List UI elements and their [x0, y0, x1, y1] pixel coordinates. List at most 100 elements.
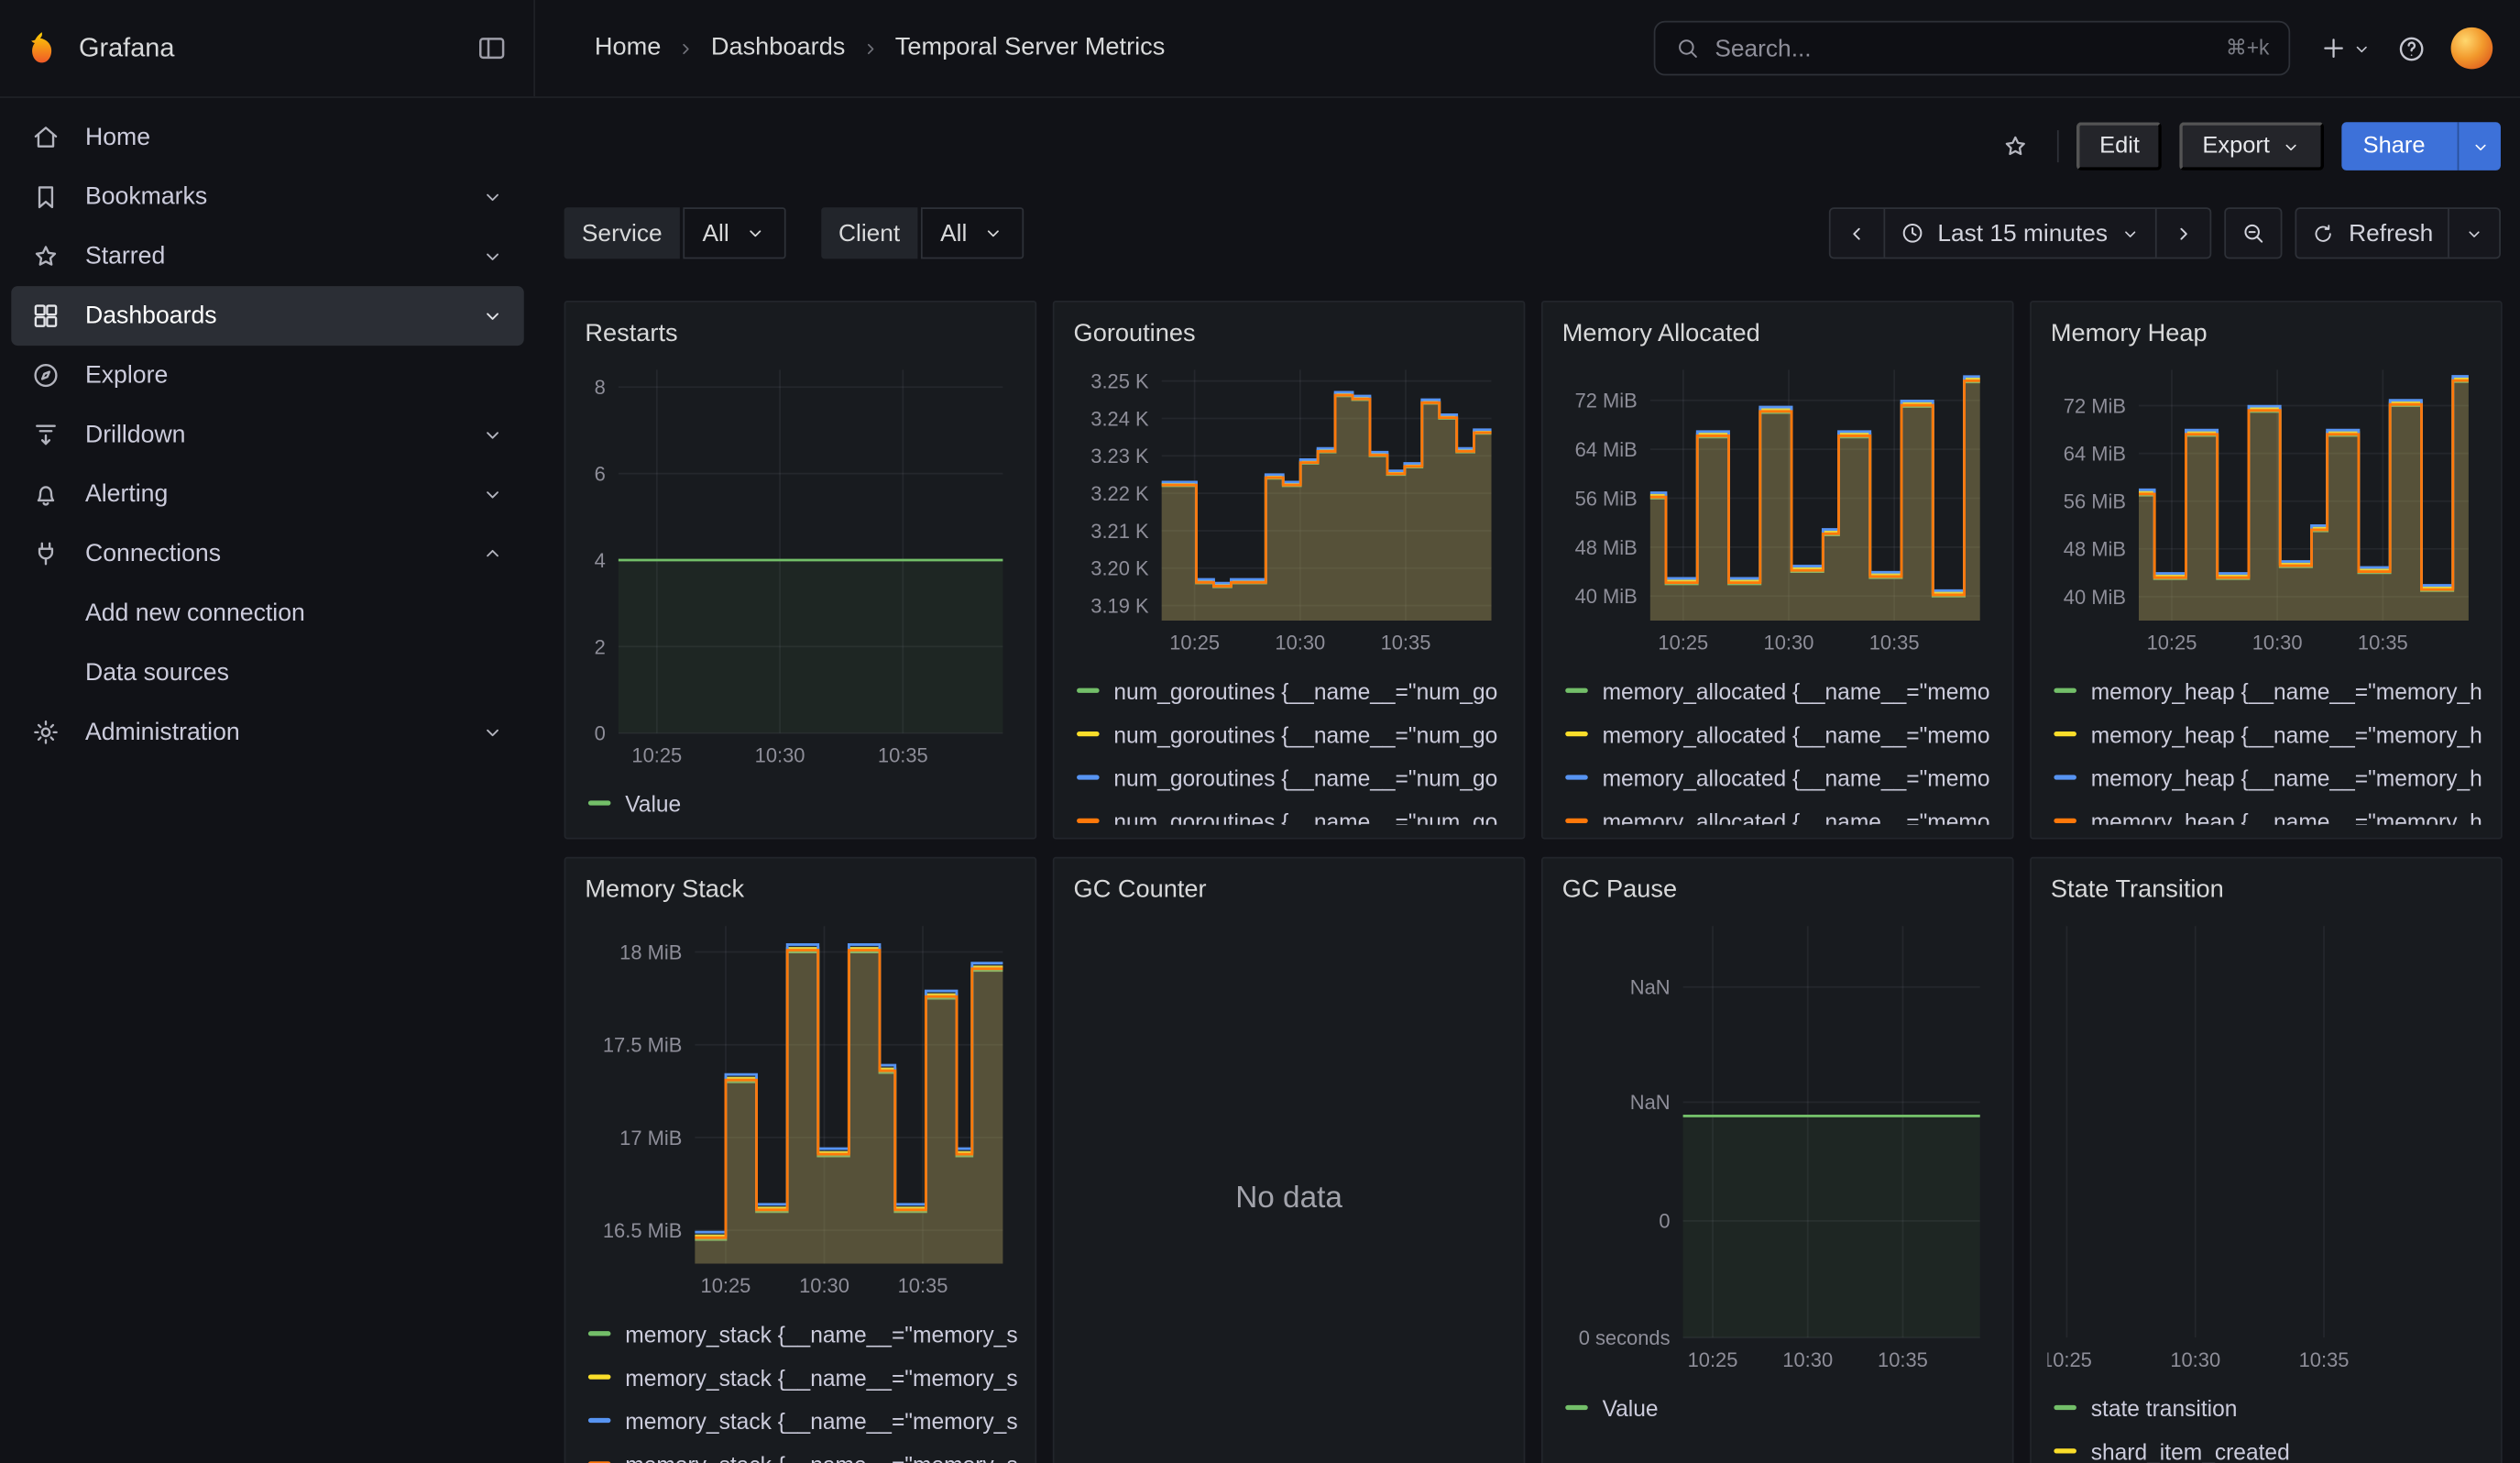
legend-item[interactable]: memory_allocated {__name__="memo: [1565, 712, 1996, 755]
new-menu-button[interactable]: [2319, 34, 2372, 63]
svg-text:0: 0: [595, 722, 606, 745]
dock-sidebar-icon[interactable]: [476, 32, 508, 64]
home-icon: [30, 122, 60, 152]
help-icon[interactable]: [2396, 33, 2427, 63]
sidebar-item-label: Home: [85, 124, 150, 151]
no-data-message: No data: [1070, 913, 1507, 1463]
breadcrumb-home[interactable]: Home: [595, 34, 662, 63]
legend-item[interactable]: memory_allocated {__name__="memo: [1565, 799, 1996, 825]
svg-text:10:25: 10:25: [631, 743, 682, 766]
svg-text:10:35: 10:35: [1381, 632, 1431, 654]
sidebar-item-administration[interactable]: Administration: [11, 702, 523, 762]
legend-item[interactable]: memory_stack {__name__="memory_s: [588, 1442, 1019, 1463]
breadcrumb-dashboards[interactable]: Dashboards: [711, 34, 846, 63]
panel-restarts: Restarts 8642010:2510:3010:35 Value: [564, 301, 1037, 840]
panel-title[interactable]: Memory Stack: [585, 874, 1019, 907]
chevron-down-icon[interactable]: [480, 720, 504, 744]
legend-item[interactable]: memory_heap {__name__="memory_h: [2054, 712, 2484, 755]
legend-label: memory_heap {__name__="memory_h: [2091, 764, 2482, 790]
legend-item[interactable]: memory_allocated {__name__="memo: [1565, 755, 1996, 798]
sidebar: Home Bookmarks Starred Dashboards Explor…: [0, 98, 535, 1463]
chevron-up-icon[interactable]: [480, 542, 504, 566]
time-range-picker[interactable]: Last 15 minutes: [1883, 209, 2156, 258]
sidebar-item-bookmarks[interactable]: Bookmarks: [11, 167, 523, 226]
legend-item[interactable]: num_goroutines {__name__="num_go: [1077, 669, 1507, 712]
chevron-down-icon[interactable]: [480, 482, 504, 506]
legend-item[interactable]: Value: [588, 781, 1019, 824]
panel-title[interactable]: Memory Allocated: [1562, 318, 1997, 350]
legend-item[interactable]: memory_stack {__name__="memory_s: [588, 1399, 1019, 1442]
legend-item[interactable]: memory_heap {__name__="memory_h: [2054, 755, 2484, 798]
panel-title[interactable]: Goroutines: [1074, 318, 1508, 350]
service-select[interactable]: All: [683, 207, 785, 258]
sidebar-item-drilldown[interactable]: Drilldown: [11, 405, 523, 465]
favorite-star-button[interactable]: [1992, 122, 2041, 170]
refresh-interval-button[interactable]: [2448, 209, 2499, 258]
panel-title[interactable]: Restarts: [585, 318, 1019, 350]
chevron-right-icon: [2172, 221, 2196, 245]
svg-text:0: 0: [1659, 1210, 1670, 1233]
legend-item[interactable]: memory_heap {__name__="memory_h: [2054, 669, 2484, 712]
svg-text:10:25: 10:25: [2147, 632, 2197, 654]
legend-label: memory_heap {__name__="memory_h: [2091, 808, 2482, 824]
client-select[interactable]: All: [921, 207, 1024, 258]
svg-text:3.22 K: 3.22 K: [1090, 482, 1149, 505]
legend-item[interactable]: shard_item_created: [2054, 1429, 2484, 1463]
legend-label: num_goroutines {__name__="num_go: [1113, 764, 1497, 790]
legend-item[interactable]: memory_stack {__name__="memory_s: [588, 1312, 1019, 1355]
panel-title[interactable]: GC Pause: [1562, 874, 1997, 907]
panel-title[interactable]: Memory Heap: [2051, 318, 2485, 350]
breadcrumb: Home Dashboards Temporal Server Metrics: [595, 34, 1165, 63]
legend-item[interactable]: memory_heap {__name__="memory_h: [2054, 799, 2484, 825]
panel-title[interactable]: State Transition: [2051, 874, 2485, 907]
legend-item[interactable]: state transition: [2054, 1386, 2484, 1429]
refresh-button[interactable]: Refresh: [2297, 209, 2448, 258]
share-menu-button[interactable]: [2458, 122, 2501, 170]
edit-button[interactable]: Edit: [2077, 122, 2163, 170]
sidebar-item-add-new-connection[interactable]: Add new connection: [11, 584, 523, 644]
svg-text:8: 8: [595, 376, 606, 399]
zoom-out-button[interactable]: [2227, 209, 2282, 258]
memory-heap-chart[interactable]: 72 MiB64 MiB56 MiB48 MiB40 MiB10:2510:30…: [2047, 357, 2484, 662]
search-input[interactable]: Search... ⌘+k: [1654, 21, 2291, 76]
legend-item[interactable]: Value: [1565, 1386, 1996, 1429]
gc-pause-chart[interactable]: NaNNaN00 seconds10:2510:3010:35: [1559, 913, 1996, 1380]
time-shift-back-button[interactable]: [1830, 209, 1883, 258]
svg-text:17 MiB: 17 MiB: [619, 1127, 682, 1150]
brand-section: Grafana: [0, 0, 535, 96]
export-button[interactable]: Export: [2180, 122, 2325, 170]
sidebar-item-data-sources[interactable]: Data sources: [11, 644, 523, 703]
share-label[interactable]: Share: [2342, 122, 2446, 170]
sidebar-item-dashboards[interactable]: Dashboards: [11, 286, 523, 346]
legend-item[interactable]: memory_allocated {__name__="memo: [1565, 669, 1996, 712]
client-variable: Client All: [821, 207, 1024, 258]
svg-text:4: 4: [595, 549, 606, 572]
svg-text:10:30: 10:30: [1782, 1348, 1833, 1371]
sidebar-item-starred[interactable]: Starred: [11, 226, 523, 286]
chevron-down-icon[interactable]: [480, 423, 504, 446]
legend-item[interactable]: num_goroutines {__name__="num_go: [1077, 799, 1507, 825]
sidebar-item-alerting[interactable]: Alerting: [11, 465, 523, 524]
sidebar-item-explore[interactable]: Explore: [11, 346, 523, 405]
panel-title[interactable]: GC Counter: [1074, 874, 1508, 907]
restarts-chart[interactable]: 8642010:2510:3010:35: [582, 357, 1019, 775]
avatar[interactable]: [2451, 28, 2493, 70]
state-transition-chart[interactable]: 10:2510:3010:35: [2047, 913, 2484, 1380]
legend-swatch: [2054, 819, 2076, 823]
legend-item[interactable]: num_goroutines {__name__="num_go: [1077, 712, 1507, 755]
memory-allocated-chart[interactable]: 72 MiB64 MiB56 MiB48 MiB40 MiB10:2510:30…: [1559, 357, 1996, 662]
time-shift-forward-button[interactable]: [2156, 209, 2211, 258]
legend-item[interactable]: memory_stack {__name__="memory_s: [588, 1355, 1019, 1398]
memory-stack-chart[interactable]: 18 MiB17.5 MiB17 MiB16.5 MiB10:2510:3010…: [582, 913, 1019, 1305]
sidebar-item-connections[interactable]: Connections: [11, 524, 523, 584]
legend-label: memory_stack {__name__="memory_s: [625, 1364, 1017, 1390]
goroutines-chart[interactable]: 3.25 K3.24 K3.23 K3.22 K3.21 K3.20 K3.19…: [1070, 357, 1507, 662]
svg-text:64 MiB: 64 MiB: [2064, 442, 2126, 465]
chevron-down-icon[interactable]: [480, 245, 504, 269]
share-button[interactable]: Share: [2342, 122, 2501, 170]
legend-item[interactable]: num_goroutines {__name__="num_go: [1077, 755, 1507, 798]
chevron-down-icon[interactable]: [480, 185, 504, 209]
sidebar-item-home[interactable]: Home: [11, 108, 523, 168]
chevron-down-icon[interactable]: [480, 303, 504, 327]
svg-text:10:30: 10:30: [2170, 1348, 2220, 1371]
